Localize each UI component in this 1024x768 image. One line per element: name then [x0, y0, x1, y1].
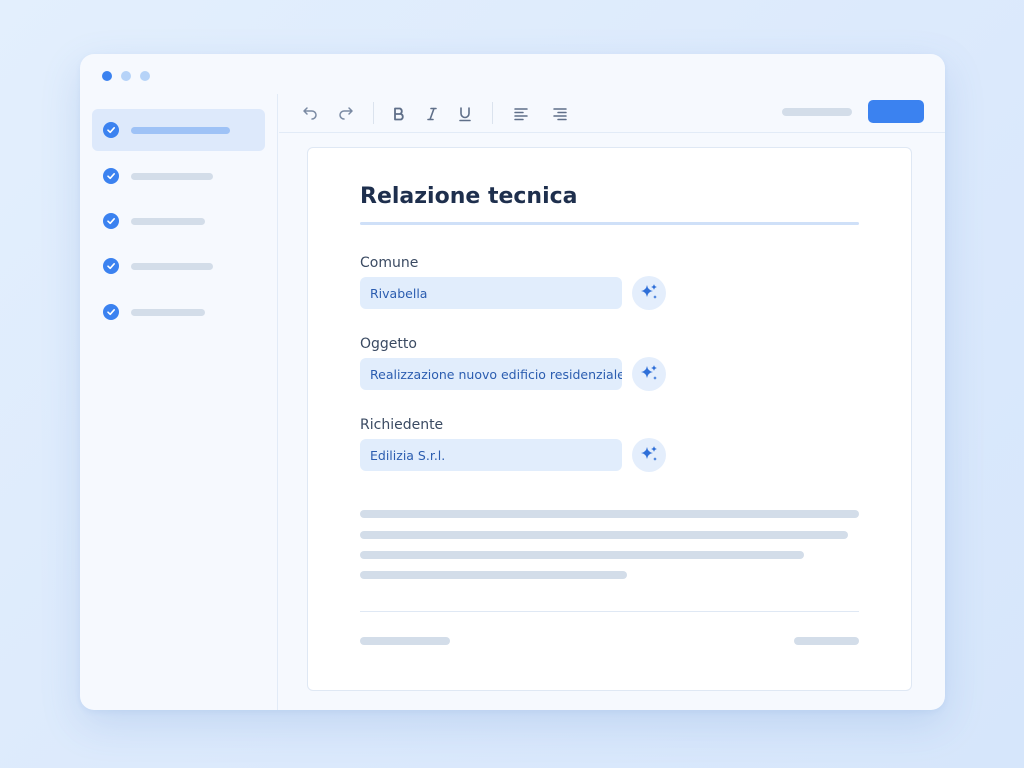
field-label-richiedente: Richiedente — [360, 417, 444, 433]
field-label-comune: Comune — [360, 255, 419, 271]
title-underline — [360, 222, 859, 225]
toolbar-divider — [492, 102, 493, 124]
undo-button[interactable] — [298, 102, 322, 126]
underline-icon — [459, 107, 471, 122]
italic-button[interactable] — [420, 102, 444, 126]
sparkle-icon — [641, 446, 657, 461]
undo-icon — [303, 107, 317, 120]
redo-icon — [339, 107, 353, 120]
sidebar-item-2[interactable] — [92, 155, 265, 197]
body-text-placeholder — [360, 551, 804, 559]
footer-divider — [360, 611, 859, 612]
window-maximize-dot[interactable] — [140, 71, 150, 81]
italic-icon — [427, 107, 437, 121]
redo-button[interactable] — [334, 102, 358, 126]
ai-fill-button-comune[interactable] — [632, 276, 666, 310]
ai-fill-button-oggetto[interactable] — [632, 357, 666, 391]
sparkle-icon — [641, 365, 657, 380]
check-icon — [103, 258, 119, 274]
document-title: Relazione tecnica — [360, 184, 578, 209]
document-page: Relazione tecnica Comune Rivabella Ogget… — [307, 147, 912, 691]
body-text-placeholder — [360, 531, 848, 539]
align-left-button[interactable] — [509, 102, 533, 126]
bold-button[interactable] — [387, 102, 411, 126]
primary-action-button[interactable] — [868, 100, 924, 123]
editor-toolbar — [279, 94, 945, 133]
comune-field[interactable]: Rivabella — [360, 277, 622, 309]
sidebar-item-4[interactable] — [92, 245, 265, 287]
window-minimize-dot[interactable] — [121, 71, 131, 81]
check-icon — [103, 168, 119, 184]
sidebar-item-label-placeholder — [131, 309, 205, 316]
body-text-placeholder — [360, 510, 859, 518]
sparkle-icon — [641, 284, 657, 299]
window-close-dot[interactable] — [102, 71, 112, 81]
sidebar-item-1[interactable] — [92, 109, 265, 151]
oggetto-field[interactable]: Realizzazione nuovo edificio residenzial… — [360, 358, 622, 390]
field-label-oggetto: Oggetto — [360, 336, 417, 352]
sidebar-item-label-placeholder — [131, 263, 213, 270]
footer-left-placeholder — [360, 637, 450, 645]
align-right-icon — [553, 108, 567, 121]
sidebar — [80, 94, 278, 710]
ai-fill-button-richiedente[interactable] — [632, 438, 666, 472]
title-bar — [80, 54, 945, 94]
check-icon — [103, 213, 119, 229]
underline-button[interactable] — [453, 102, 477, 126]
toolbar-status-placeholder — [782, 108, 852, 116]
richiedente-field[interactable]: Edilizia S.r.l. — [360, 439, 622, 471]
sidebar-item-label-placeholder — [131, 218, 205, 225]
footer-right-placeholder — [794, 637, 859, 645]
body-text-placeholder — [360, 571, 627, 579]
check-icon — [103, 304, 119, 320]
align-left-icon — [514, 108, 528, 121]
sidebar-item-label-placeholder — [131, 173, 213, 180]
sidebar-item-label-placeholder — [131, 127, 230, 134]
sidebar-item-3[interactable] — [92, 200, 265, 242]
align-right-button[interactable] — [548, 102, 572, 126]
check-icon — [103, 122, 119, 138]
app-window: Relazione tecnica Comune Rivabella Ogget… — [80, 54, 945, 710]
bold-icon — [394, 107, 404, 121]
toolbar-divider — [373, 102, 374, 124]
sidebar-item-5[interactable] — [92, 291, 265, 333]
